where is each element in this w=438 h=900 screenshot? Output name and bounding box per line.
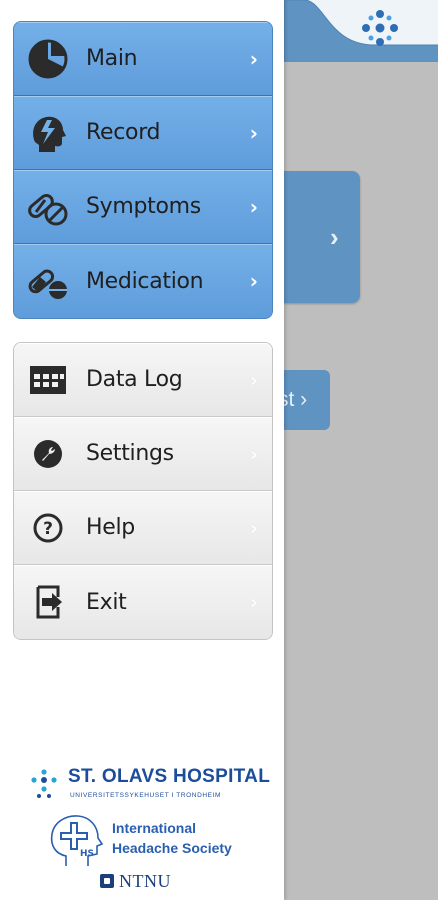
secondary-menu-group: Data Log › Settings › ? Help › Exit ›: [13, 342, 273, 640]
ihs-text: International Headache Society: [112, 818, 232, 858]
menu-item-label: Medication: [86, 268, 204, 294]
menu-item-medication[interactable]: Medication ›: [14, 244, 272, 318]
svg-text:?: ?: [43, 519, 53, 539]
st-olavs-dots-icon: [31, 769, 57, 798]
chevron-right-icon: ›: [249, 441, 258, 466]
ihs-line-2: Headache Society: [112, 840, 232, 856]
background-card: [284, 171, 360, 303]
chevron-right-icon: ›: [249, 269, 258, 293]
ihs-logo: HS International Headache Society: [46, 812, 246, 870]
ntnu-logo: NTNU: [100, 870, 200, 892]
background-button-label: st: [284, 388, 295, 411]
app-logo-icon: [362, 10, 398, 46]
hospital-subtitle: UNIVERSITETSSYKEHUSET I TRONDHEIM: [70, 792, 222, 799]
chevron-right-icon: ›: [249, 367, 258, 392]
menu-item-data-log[interactable]: Data Log ›: [14, 343, 272, 417]
medication-pill-icon: [26, 259, 70, 303]
menu-item-label: Symptoms: [86, 194, 201, 219]
menu-item-label: Exit: [86, 589, 127, 615]
ihs-line-1: International: [112, 820, 197, 836]
ntnu-text: NTNU: [119, 870, 171, 891]
primary-menu-group: Main › Record › Symptoms › Medication ›: [13, 21, 273, 319]
menu-item-label: Data Log: [86, 367, 183, 392]
ihs-head-icon: HS: [50, 815, 104, 866]
menu-item-label: Record: [86, 120, 161, 145]
table-grid-icon: [26, 358, 70, 402]
pills-capsule-icon: [26, 185, 70, 229]
chevron-right-icon: ›: [249, 515, 258, 540]
navigation-drawer: Main › Record › Symptoms › Medication › …: [0, 0, 284, 900]
exit-door-icon: [26, 580, 70, 624]
pie-chart-icon: [26, 37, 70, 81]
menu-item-help[interactable]: ? Help ›: [14, 491, 272, 565]
menu-item-label: Settings: [86, 441, 174, 466]
svg-text:HS: HS: [80, 849, 94, 859]
chevron-right-icon: ›: [249, 590, 258, 614]
question-circle-icon: ?: [26, 506, 70, 550]
menu-item-symptoms[interactable]: Symptoms ›: [14, 170, 272, 244]
background-button: st ›: [284, 370, 330, 430]
menu-item-exit[interactable]: Exit ›: [14, 565, 272, 639]
menu-item-label: Help: [86, 515, 135, 540]
ntnu-square-icon: [100, 874, 114, 888]
menu-item-settings[interactable]: Settings ›: [14, 417, 272, 491]
menu-item-record[interactable]: Record ›: [14, 96, 272, 170]
menu-item-label: Main: [86, 46, 138, 71]
background-card-chevron: ›: [330, 222, 339, 252]
head-lightning-icon: [26, 111, 70, 155]
chevron-right-icon: ›: [249, 194, 258, 219]
menu-item-main[interactable]: Main ›: [14, 22, 272, 96]
chevron-right-icon: ›: [249, 46, 258, 71]
wrench-icon: [26, 432, 70, 476]
st-olavs-hospital-logo: ST. OLAVS HOSPITAL UNIVERSITETSSYKEHUSET…: [30, 766, 270, 806]
hospital-name: ST. OLAVS HOSPITAL: [68, 766, 271, 787]
chevron-right-icon: ›: [249, 120, 258, 145]
